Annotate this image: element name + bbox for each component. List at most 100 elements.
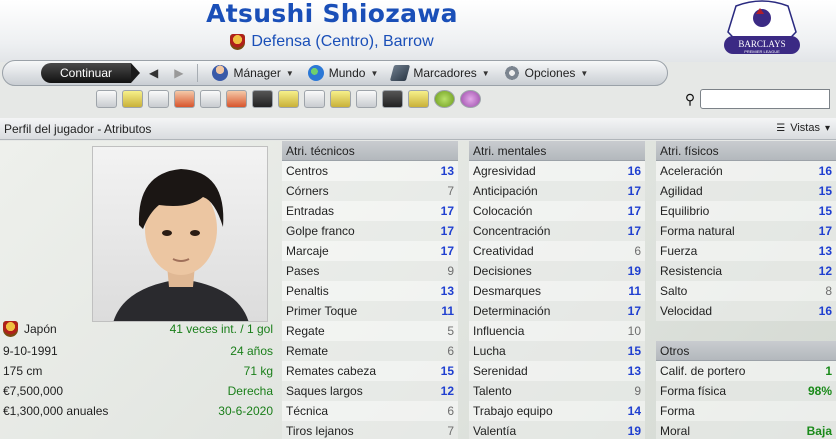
attribute-value: 17 bbox=[627, 304, 641, 318]
attribute-value: 17 bbox=[440, 224, 454, 238]
attribute-name: Serenidad bbox=[473, 364, 528, 378]
attribute-row: Golpe franco 17 bbox=[282, 221, 458, 241]
mental-header[interactable]: Atri. mentales bbox=[469, 141, 645, 161]
attribute-name: Resistencia bbox=[660, 264, 723, 278]
value-row: €7,500,000 Derecha bbox=[0, 381, 276, 401]
attribute-row: Penaltis 13 bbox=[282, 281, 458, 301]
manager-label: Mánager bbox=[233, 66, 281, 80]
attribute-name: Trabajo equipo bbox=[473, 404, 553, 418]
attribute-row: Pases 9 bbox=[282, 261, 458, 281]
match-icon[interactable] bbox=[356, 90, 377, 108]
attribute-row: Remate 6 bbox=[282, 341, 458, 361]
trophy-icon[interactable] bbox=[278, 90, 299, 108]
contract-row: €1,300,000 anuales 30-6-2020 bbox=[0, 401, 276, 421]
main-navbar: Continuar ◀ ▶ Mánager ▼ Mundo ▼ Marcador… bbox=[2, 60, 668, 86]
info-icon[interactable] bbox=[460, 90, 481, 108]
attribute-name: Decisiones bbox=[473, 264, 532, 278]
attribute-row: Tiros lejanos 7 bbox=[282, 421, 458, 439]
attribute-value: 15 bbox=[440, 364, 454, 378]
finances-icon[interactable] bbox=[408, 90, 429, 108]
attribute-value: 17 bbox=[627, 224, 641, 238]
attribute-row: Salto 8 bbox=[656, 281, 836, 301]
options-menu[interactable]: Opciones ▼ bbox=[503, 65, 588, 81]
attribute-name: Talento bbox=[473, 384, 512, 398]
help-icon[interactable] bbox=[434, 90, 455, 108]
attribute-name: Forma física bbox=[660, 384, 727, 398]
attribute-name: Concentración bbox=[473, 224, 551, 238]
clipboard-icon[interactable] bbox=[330, 90, 351, 108]
attribute-row: Primer Toque 11 bbox=[282, 301, 458, 321]
club-crest-icon[interactable] bbox=[230, 34, 246, 50]
views-button[interactable]: ☰ Vistas ▾ bbox=[776, 122, 830, 134]
preferred-foot: Derecha bbox=[227, 384, 273, 398]
position-club-text[interactable]: Defensa (Centro), Barrow bbox=[251, 33, 433, 51]
attribute-name: Desmarques bbox=[473, 284, 542, 298]
calendar-icon[interactable] bbox=[174, 90, 195, 108]
nationality-row: Japón 41 veces int. / 1 gol bbox=[0, 319, 276, 339]
scouting-icon[interactable] bbox=[382, 90, 403, 108]
attribute-value: 98% bbox=[807, 384, 832, 398]
nav-divider bbox=[197, 64, 199, 82]
attribute-value: 15 bbox=[818, 204, 832, 218]
continue-button[interactable]: Continuar bbox=[41, 63, 140, 83]
attribute-row: Centros 13 bbox=[282, 161, 458, 181]
chevron-down-icon: ▼ bbox=[285, 68, 294, 78]
attribute-name: Golpe franco bbox=[286, 224, 355, 238]
gears-icon bbox=[503, 65, 520, 81]
attribute-name: Pases bbox=[286, 264, 320, 278]
attribute-row: Regate 5 bbox=[282, 321, 458, 341]
league-logo-sub: PREMIER LEAGUE bbox=[744, 49, 780, 54]
attribute-value: 7 bbox=[447, 424, 454, 438]
attribute-value: 5 bbox=[447, 324, 454, 338]
attribute-name: Influencia bbox=[473, 324, 525, 338]
physical-rows: Aceleración 16 Agilidad 15 Equilibrio 15 Forma… bbox=[656, 161, 836, 321]
attribute-name: Primer Toque bbox=[286, 304, 358, 318]
international-caps: 41 veces int. / 1 gol bbox=[169, 322, 273, 336]
mental-attributes: Atri. mentales Agresividad 16 Anticipación 1… bbox=[469, 141, 645, 439]
training-icon[interactable] bbox=[304, 90, 325, 108]
home-icon[interactable] bbox=[96, 90, 117, 108]
attribute-name: Determinación bbox=[473, 304, 551, 318]
attribute-value: 17 bbox=[440, 204, 454, 218]
others-header[interactable]: Otros bbox=[656, 341, 836, 361]
bookmarks-menu[interactable]: Marcadores ▼ bbox=[390, 65, 490, 81]
world-menu[interactable]: Mundo ▼ bbox=[307, 65, 378, 81]
search-icon[interactable]: ⚲ bbox=[680, 91, 700, 108]
inbox-icon[interactable] bbox=[122, 90, 143, 108]
attribute-value: 19 bbox=[627, 424, 641, 438]
birth-row: 9-10-1991 24 años bbox=[0, 341, 276, 361]
attribute-value: 13 bbox=[440, 284, 454, 298]
attribute-value: 6 bbox=[447, 404, 454, 418]
attribute-name: Agresividad bbox=[473, 164, 536, 178]
market-value: €7,500,000 bbox=[3, 384, 64, 398]
attribute-name: Moral bbox=[660, 424, 691, 438]
player-subtitle: Defensa (Centro), Barrow bbox=[0, 33, 664, 51]
premier-league-logo: BARCLAYS PREMIER LEAGUE bbox=[724, 0, 800, 54]
attribute-row: Forma física 98% bbox=[656, 381, 836, 401]
weight: 71 kg bbox=[243, 364, 273, 378]
breadcrumb-bar: Perfil del jugador - Atributos ☰ Vistas … bbox=[0, 118, 836, 140]
attribute-name: Agilidad bbox=[660, 184, 703, 198]
attribute-row: Fuerza 13 bbox=[656, 241, 836, 261]
physical-header[interactable]: Atri. físicos bbox=[656, 141, 836, 161]
transfers-icon[interactable] bbox=[226, 90, 247, 108]
manager-menu[interactable]: Mánager ▼ bbox=[212, 65, 294, 81]
attribute-value: 13 bbox=[818, 244, 832, 258]
globe-icon bbox=[307, 65, 324, 81]
mental-rows: Agresividad 16 Anticipación 17 Colocación 17 C… bbox=[469, 161, 645, 439]
attribute-name: Aceleración bbox=[660, 164, 723, 178]
news-icon[interactable] bbox=[148, 90, 169, 108]
attribute-value: 9 bbox=[634, 384, 641, 398]
technical-rows: Centros 13 Córners 7 Entradas 17 Golpe franco 1… bbox=[282, 161, 458, 439]
technical-header[interactable]: Atri. técnicos bbox=[282, 141, 458, 161]
back-arrow-icon[interactable]: ◀ bbox=[149, 66, 158, 80]
attribute-row: Agresividad 16 bbox=[469, 161, 645, 181]
attribute-name: Lucha bbox=[473, 344, 506, 358]
attribute-value: 9 bbox=[447, 264, 454, 278]
tactics-icon[interactable] bbox=[252, 90, 273, 108]
squad-icon[interactable] bbox=[200, 90, 221, 108]
others-rows: Calif. de portero 1 Forma física 98% Forma Mo… bbox=[656, 361, 836, 439]
nationality[interactable]: Japón bbox=[24, 322, 57, 336]
forward-arrow-icon[interactable]: ▶ bbox=[174, 66, 183, 80]
search-input[interactable] bbox=[700, 89, 830, 109]
